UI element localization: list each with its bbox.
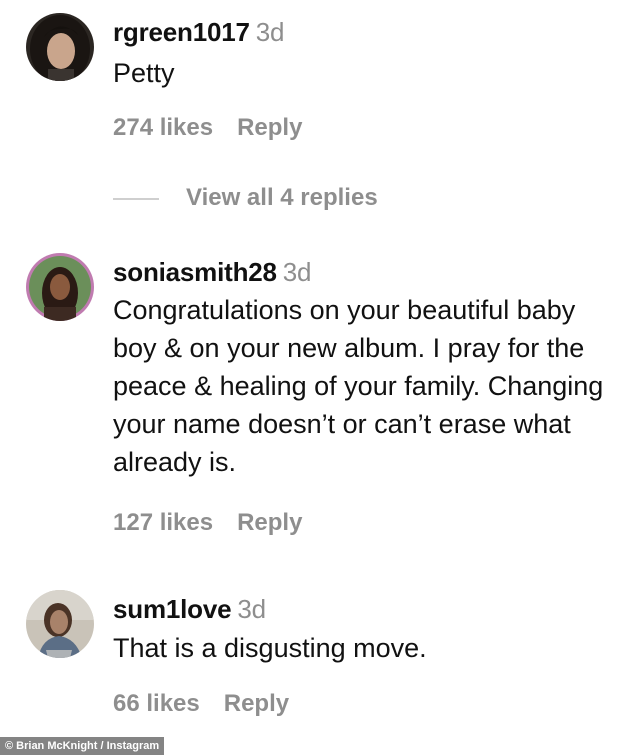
avatar-photo-icon	[26, 590, 94, 658]
comment-timestamp: 3d	[282, 257, 312, 287]
avatar-photo-icon	[26, 13, 94, 81]
avatar[interactable]	[26, 13, 94, 81]
comment-timestamp: 3d	[255, 17, 285, 47]
comment-meta: 66 likes Reply	[113, 690, 289, 718]
likes-count[interactable]: 127 likes	[113, 509, 213, 536]
avatar[interactable]	[26, 253, 94, 321]
avatar[interactable]	[26, 590, 94, 658]
comment-username-line: sum1love 3d	[113, 594, 266, 625]
comment-username[interactable]: sum1love	[113, 594, 232, 624]
comment-username-line: soniasmith28 3d	[113, 257, 312, 288]
comment-username-line: rgreen1017 3d	[113, 17, 284, 48]
view-replies-label: View all 4 replies	[186, 184, 378, 211]
replies-divider	[113, 198, 159, 200]
reply-button[interactable]: Reply	[237, 114, 302, 141]
comment-username[interactable]: soniasmith28	[113, 257, 277, 287]
comment-text: That is a disgusting move.	[113, 633, 427, 663]
reply-button[interactable]: Reply	[224, 690, 289, 717]
reply-button[interactable]: Reply	[237, 509, 302, 536]
likes-count[interactable]: 66 likes	[113, 690, 200, 717]
comment-text: Congratulations on your beautiful baby b…	[113, 295, 604, 477]
comment-meta: 274 likes Reply	[113, 114, 302, 142]
comment-username[interactable]: rgreen1017	[113, 17, 250, 47]
likes-count[interactable]: 274 likes	[113, 114, 213, 141]
comment-text: Petty	[113, 58, 175, 88]
comment-meta: 127 likes Reply	[113, 509, 302, 537]
photo-credit: © Brian McKnight / Instagram	[0, 737, 165, 755]
comment-timestamp: 3d	[237, 594, 266, 624]
avatar-photo-icon	[26, 253, 94, 321]
